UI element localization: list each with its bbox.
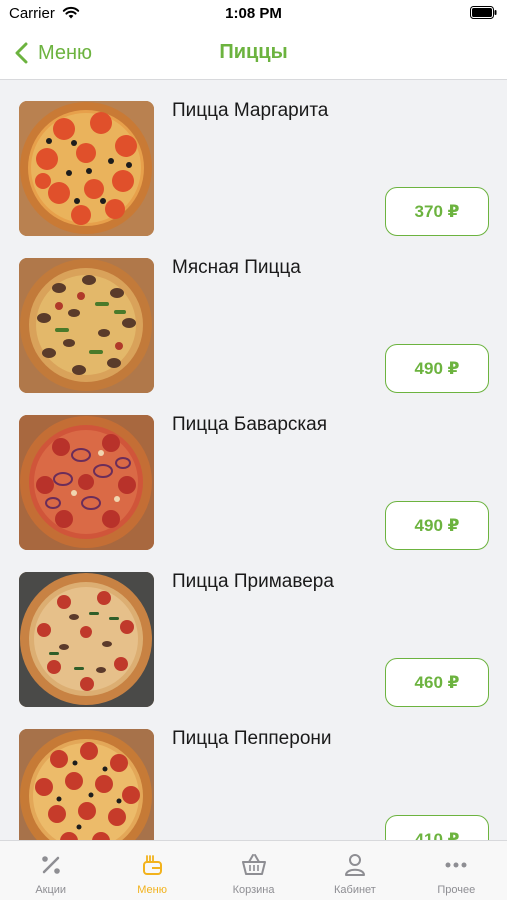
clock: 1:08 PM <box>225 5 282 22</box>
percent-icon <box>41 856 60 874</box>
pizza-bavarian-image <box>19 415 154 550</box>
product-list[interactable]: Пицца Маргарита 370 ₽ Мясная Пицца 490 ₽… <box>0 80 507 840</box>
tab-account[interactable]: Кабинет <box>304 841 405 900</box>
status-bar: Carrier 1:08 PM <box>0 0 507 28</box>
product-row[interactable]: Пицца Баварская 490 ₽ <box>0 394 507 551</box>
product-name: Пицца Баварская <box>172 414 328 435</box>
pizza-margherita-image <box>19 101 154 236</box>
tab-cart[interactable]: Корзина <box>203 841 304 900</box>
product-image[interactable] <box>19 258 154 393</box>
page-title: Пиццы <box>219 41 288 63</box>
price-button[interactable]: 490 ₽ <box>385 501 489 550</box>
product-name: Мясная Пицца <box>172 257 301 278</box>
basket-icon <box>241 854 266 875</box>
pizza-list-screen: Carrier 1:08 PM Меню Пиццы Пицца Маргари… <box>0 0 507 900</box>
product-row[interactable]: Пицца Маргарита 370 ₽ <box>0 80 507 237</box>
product-row[interactable]: Мясная Пицца 490 ₽ <box>0 237 507 394</box>
pizza-meat-image <box>19 258 154 393</box>
product-name: Пицца Примавера <box>172 571 334 592</box>
product-row[interactable]: Пицца Пепперони 410 ₽ <box>0 708 507 840</box>
navigation-bar: Меню Пиццы <box>0 28 507 80</box>
more-dots-icon <box>445 862 467 868</box>
tab-bar: Акции Меню Корзина Кабинет Прочее <box>0 840 507 900</box>
product-image[interactable] <box>19 729 154 840</box>
pizza-primavera-image <box>19 572 154 707</box>
tab-label: Прочее <box>437 884 476 896</box>
product-image[interactable] <box>19 101 154 236</box>
person-icon <box>344 854 365 876</box>
price-button[interactable]: 460 ₽ <box>385 658 489 707</box>
tab-label: Акции <box>35 884 67 896</box>
price-button[interactable]: 370 ₽ <box>385 187 489 236</box>
tab-promotions[interactable]: Акции <box>0 841 101 900</box>
pizza-pepperoni-image <box>19 729 154 840</box>
product-row[interactable]: Пицца Примавера 460 ₽ <box>0 551 507 708</box>
price-button[interactable]: 410 ₽ <box>385 815 489 840</box>
product-name: Пицца Пепперони <box>172 728 332 749</box>
tab-menu[interactable]: Меню <box>101 841 202 900</box>
tab-more[interactable]: Прочее <box>406 841 507 900</box>
tab-label: Кабинет <box>334 884 376 896</box>
battery-icon <box>470 6 497 19</box>
product-image[interactable] <box>19 572 154 707</box>
menu-bag-icon <box>143 855 163 875</box>
tab-label: Меню <box>137 884 167 896</box>
product-name: Пицца Маргарита <box>172 100 329 121</box>
price-button[interactable]: 490 ₽ <box>385 344 489 393</box>
tab-label: Корзина <box>232 884 275 896</box>
product-image[interactable] <box>19 415 154 550</box>
